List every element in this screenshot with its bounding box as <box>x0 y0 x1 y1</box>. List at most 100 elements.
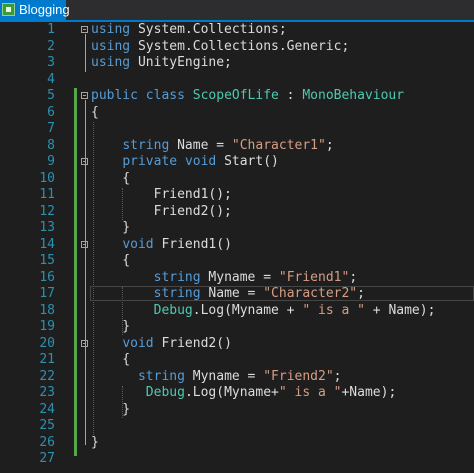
code-token: } <box>91 401 131 417</box>
code-line[interactable]: 17 string Name = "Character2"; <box>0 286 474 303</box>
code-token: System.Collections; <box>130 22 287 37</box>
code-text: Debug.Log(Myname+" is a "+Name); <box>91 385 396 402</box>
tab-blogging[interactable]: Blogging <box>0 0 70 20</box>
code-text: void Friend2() <box>91 336 232 353</box>
code-line[interactable]: 24 } <box>0 402 474 419</box>
line-number: 10 <box>39 170 55 186</box>
code-token: Name = <box>200 286 264 301</box>
code-token: : <box>278 88 303 103</box>
code-line[interactable]: 15 { <box>0 253 474 270</box>
code-text: { <box>91 352 130 369</box>
string-token: "Friend1" <box>278 269 350 285</box>
code-token: { <box>91 352 131 367</box>
keyword-token: using <box>91 55 131 70</box>
code-text: string Myname = "Friend1"; <box>91 269 358 287</box>
keyword-token: using <box>91 38 131 54</box>
string-token: " is a " <box>278 385 342 400</box>
collapse-toggle-icon[interactable] <box>81 26 88 33</box>
code-line[interactable]: 11 Friend1(); <box>0 187 474 204</box>
string-token: "Friend2" <box>263 368 334 384</box>
code-text: } <box>91 319 130 336</box>
line-number: 7 <box>47 121 55 136</box>
code-line[interactable]: 23 Debug.Log(Myname+" is a "+Name); <box>0 385 474 402</box>
code-token: + Name); <box>364 302 436 318</box>
line-number: 4 <box>47 71 55 87</box>
collapse-toggle-icon[interactable] <box>81 339 88 347</box>
code-text: string Name = "Character2"; <box>91 286 365 303</box>
code-token: ; <box>357 286 365 301</box>
type-token: ScopeOfLife <box>192 88 279 103</box>
code-line[interactable]: 3 using UnityEngine; <box>0 55 474 72</box>
string-token: "Character1" <box>231 137 326 153</box>
code-line[interactable]: 14 void Friend1() <box>0 237 474 254</box>
keyword-token: string <box>122 137 170 153</box>
code-token: .Log(Myname + <box>192 302 303 318</box>
code-text: Friend2(); <box>91 204 232 221</box>
code-line[interactable]: 26} <box>0 435 474 452</box>
keyword-token: void <box>122 236 154 252</box>
line-number: 12 <box>39 203 55 219</box>
code-text: string Name = "Character1"; <box>91 137 334 155</box>
code-token: Friend1() <box>153 236 232 252</box>
code-line[interactable]: 4 <box>0 72 474 89</box>
line-number: 17 <box>39 286 55 301</box>
collapse-toggle-icon[interactable] <box>81 240 88 248</box>
line-number: 20 <box>39 335 55 351</box>
collapse-toggle-icon[interactable] <box>81 92 88 99</box>
code-line[interactable]: 16 string Myname = "Friend1"; <box>0 270 474 287</box>
code-text: { <box>91 105 99 122</box>
code-line[interactable]: 8 string Name = "Character1"; <box>0 138 474 155</box>
line-number: 9 <box>47 154 55 169</box>
csharp-file-icon <box>2 3 15 16</box>
code-token: { <box>91 170 131 186</box>
code-line[interactable]: 2 using System.Collections.Generic; <box>0 39 474 56</box>
line-number: 15 <box>39 253 55 268</box>
code-text: public class ScopeOfLife : MonoBehaviour <box>91 88 404 105</box>
code-text: { <box>91 171 130 188</box>
line-number: 14 <box>39 236 55 252</box>
document-tab-bar: Blogging <box>0 0 474 22</box>
line-number: 13 <box>39 220 55 235</box>
keyword-token: private <box>122 154 178 169</box>
code-token: .Log(Myname+ <box>184 385 279 400</box>
keyword-token: class <box>145 88 185 103</box>
string-token: "Character2" <box>263 286 358 301</box>
code-line[interactable]: 10 { <box>0 171 474 188</box>
line-number: 23 <box>39 385 55 400</box>
code-line[interactable]: 20 void Friend2() <box>0 336 474 353</box>
collapse-toggle-icon[interactable] <box>81 158 88 165</box>
code-line[interactable]: 12 Friend2(); <box>0 204 474 221</box>
code-editor[interactable]: 1 using System.Collections; 2 using System.… <box>0 22 474 473</box>
code-line[interactable]: 18 Debug.Log(Myname + " is a " + Name); <box>0 303 474 320</box>
code-token: Name = <box>169 137 232 153</box>
code-token: Myname = <box>184 368 264 384</box>
code-line[interactable]: 22 string Myname = "Friend2"; <box>0 369 474 386</box>
code-line[interactable]: 13 } <box>0 220 474 237</box>
code-token: ; <box>325 137 334 153</box>
code-line[interactable]: 1 using System.Collections; <box>0 22 474 39</box>
code-line[interactable]: 19 } <box>0 319 474 336</box>
code-line[interactable]: 9 private void Start() <box>0 154 474 171</box>
code-token: UnityEngine; <box>130 55 232 70</box>
code-text: using System.Collections.Generic; <box>91 39 349 56</box>
code-line[interactable]: 21 { <box>0 352 474 369</box>
code-line[interactable]: 5 public class ScopeOfLife : MonoBehaviou… <box>0 88 474 105</box>
code-token: } <box>91 434 99 450</box>
code-text: string Myname = "Friend2"; <box>91 369 342 386</box>
code-text: Friend1(); <box>91 187 232 204</box>
line-number: 11 <box>39 187 55 202</box>
code-line[interactable]: 25 <box>0 418 474 435</box>
code-line[interactable]: 6{ <box>0 105 474 122</box>
code-line[interactable]: 27 <box>0 451 474 468</box>
code-line[interactable]: 7 <box>0 121 474 138</box>
keyword-token: public <box>91 88 138 103</box>
line-number: 2 <box>47 38 55 54</box>
keyword-token: void <box>184 154 217 169</box>
keyword-token: void <box>122 335 154 351</box>
keyword-token: string <box>153 269 201 285</box>
line-number: 21 <box>39 352 55 367</box>
